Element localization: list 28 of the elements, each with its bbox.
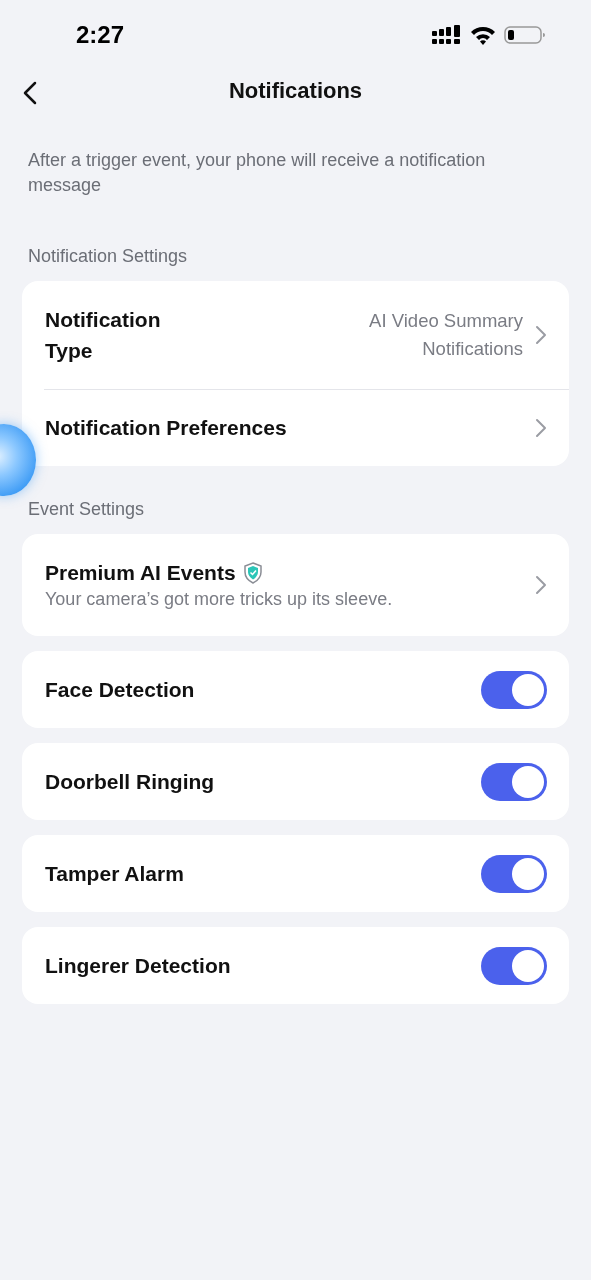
section-header: Event Settings [28,499,146,519]
row-subtitle: Your camera’s got more tricks up its sleeve. [45,588,394,610]
row-label: Tamper Alarm [45,861,185,886]
row-value: AI Video Summary Notifications [368,309,523,361]
row-label: Doorbell Ringing [45,769,216,794]
toggle-switch[interactable] [481,762,547,801]
chevron-right-icon [535,575,547,595]
row-label: Notification Preferences [45,416,288,440]
toggle-switch[interactable] [481,670,547,709]
description-text: After a trigger event, your phone will receive a notification message [28,149,487,197]
toggle-switch[interactable] [481,946,547,985]
settings-row[interactable]: Notification Preferences [44,389,569,466]
row-label: Premium AI Events [45,560,236,585]
page-title: Notifications [228,78,363,104]
chevron-right-icon [535,325,547,345]
shield-check-icon [242,561,263,584]
chevron-right-icon [535,418,547,438]
battery-icon [504,25,546,45]
signal-icon [432,25,462,45]
row-label: Notification Type [45,307,162,364]
row-label: Face Detection [45,677,196,702]
status-time: 2:27 [76,21,125,49]
row-label: Lingerer Detection [45,953,232,978]
wifi-icon [470,25,496,45]
settings-row[interactable]: Notification Type AI Video Summary Notifications [22,281,569,389]
toggle-switch[interactable] [481,854,547,893]
settings-row[interactable]: Premium AI Events Your camera’s got more tricks up its sleeve. [22,534,569,636]
section-header: Notification Settings [28,246,189,266]
